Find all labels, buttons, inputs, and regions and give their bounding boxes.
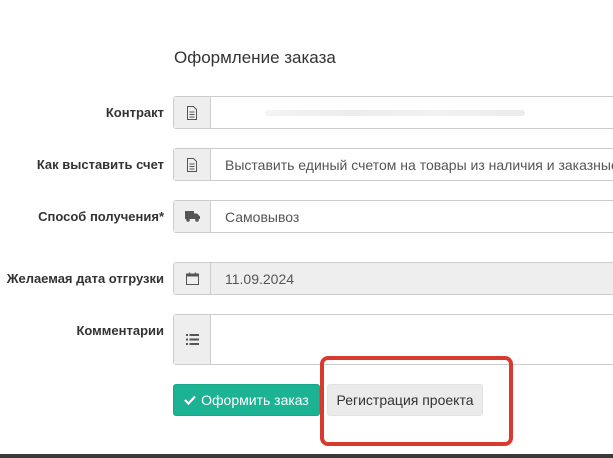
calendar-icon: [174, 263, 211, 294]
delivery-label: Способ получения*: [38, 209, 164, 224]
ship-date-label: Желаемая дата отгрузки: [6, 271, 164, 286]
invoice-field-group[interactable]: Выставить единый счетом на товары из нал…: [173, 148, 613, 181]
invoice-select[interactable]: Выставить единый счетом на товары из нал…: [211, 149, 613, 180]
contract-label: Контракт: [105, 105, 164, 120]
contract-field-group[interactable]: [173, 96, 613, 129]
truck-icon: [174, 201, 211, 232]
invoice-label: Как выставить счет: [36, 157, 164, 172]
bottom-bar: [0, 454, 613, 458]
document-icon: [174, 97, 211, 128]
page-title: Оформление заказа: [174, 48, 336, 67]
document-icon: [174, 149, 211, 180]
delivery-field-group[interactable]: Самовывоз: [173, 200, 613, 233]
check-icon: [184, 392, 196, 408]
ship-date-field-group[interactable]: 11.09.2024: [173, 262, 613, 295]
contract-select[interactable]: [211, 97, 613, 128]
ship-date-input[interactable]: 11.09.2024: [211, 263, 613, 294]
redacted-value: [265, 109, 525, 116]
delivery-select[interactable]: Самовывоз: [211, 201, 613, 232]
submit-order-button[interactable]: Оформить заказ: [173, 384, 320, 416]
comments-label: Комментарии: [76, 323, 164, 338]
list-icon: [174, 315, 211, 364]
annotation-highlight-frame: [320, 356, 513, 446]
